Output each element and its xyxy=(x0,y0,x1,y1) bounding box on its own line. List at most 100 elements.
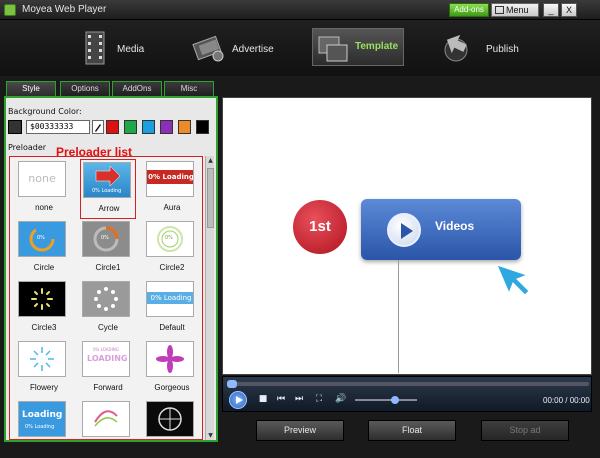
tab-misc[interactable]: Misc xyxy=(164,81,214,97)
arrow-thumb-caption: 0% Loading xyxy=(92,188,122,194)
swatch-red[interactable] xyxy=(106,120,119,134)
publish-icon xyxy=(444,34,468,62)
tab-style[interactable]: Style xyxy=(6,81,56,97)
preloader-thumb-flowery xyxy=(18,341,66,377)
preloader-label-circle1: Circle1 xyxy=(95,263,121,272)
preloader-thumb-arrow: 0% Loading xyxy=(83,162,131,198)
toolbar-advertise[interactable]: Advertise xyxy=(192,30,282,70)
preloader-item-aura[interactable]: 0% Loading Aura xyxy=(144,159,200,219)
toolbar-template[interactable]: Template xyxy=(312,28,404,66)
swatch-green[interactable] xyxy=(124,120,137,134)
scroll-down-icon[interactable]: ▼ xyxy=(206,431,215,440)
preloader-thumb-default: 0% Loading xyxy=(146,281,194,317)
volume-icon[interactable]: 🔊 xyxy=(335,393,347,405)
float-button[interactable]: Float xyxy=(368,420,456,441)
minimize-button[interactable]: _ xyxy=(543,3,559,17)
app-icon xyxy=(4,4,16,16)
toolbar-media[interactable]: Media xyxy=(82,30,162,70)
pointer-cursor-icon xyxy=(496,264,530,296)
preloader-thumb-circle3 xyxy=(18,281,66,317)
preloader-label-aura: Aura xyxy=(163,203,181,212)
toolbar-template-label: Template xyxy=(355,41,399,52)
next-icon[interactable]: ⏭ xyxy=(293,393,305,405)
circle-thumb-text: 0% xyxy=(37,235,45,241)
preloader-label-circle: Circle xyxy=(33,263,55,272)
menu-button[interactable]: Menu xyxy=(491,3,539,17)
preloader-thumb-swirl xyxy=(82,401,130,437)
close-button[interactable]: X xyxy=(561,3,577,17)
preloader-item-circle1[interactable]: 0% Circle1 xyxy=(80,219,136,279)
toolbar-advertise-label: Advertise xyxy=(232,44,274,55)
swatch-black[interactable] xyxy=(196,120,209,134)
circle1-thumb-text: 0% xyxy=(101,235,109,241)
window-title: Moyea Web Player xyxy=(22,4,107,15)
menu-icon xyxy=(495,6,504,14)
swatch-purple[interactable] xyxy=(160,120,173,134)
gorgeous-icon xyxy=(156,345,184,373)
reel-icon xyxy=(158,407,182,431)
preloader-item-default[interactable]: 0% Loading Default xyxy=(144,279,200,339)
swatch-blue[interactable] xyxy=(142,120,155,134)
stop-icon[interactable]: ■ xyxy=(257,393,269,405)
connector-line xyxy=(398,260,399,373)
preloader-item-reel[interactable] xyxy=(144,399,200,439)
loading-thumb-subtext: 0% Loading xyxy=(25,424,55,430)
preloader-thumb-circle2: 0% xyxy=(146,221,194,257)
preloader-item-none[interactable]: none none xyxy=(16,159,72,219)
preloader-item-cycle[interactable]: Cycle xyxy=(80,279,136,339)
tab-addons[interactable]: AddOns xyxy=(112,81,162,97)
current-color-swatch[interactable] xyxy=(8,120,22,134)
volume-slider[interactable] xyxy=(355,399,417,401)
background-color-label: Background Color: xyxy=(8,107,82,116)
scroll-thumb[interactable] xyxy=(207,168,214,228)
hex-color-input[interactable]: $00333333 xyxy=(26,120,90,134)
preloader-item-circle[interactable]: 0% Circle xyxy=(16,219,72,279)
preloader-item-circle3[interactable]: Circle3 xyxy=(16,279,72,339)
tab-options[interactable]: Options xyxy=(60,81,110,97)
preloader-thumb-aura: 0% Loading xyxy=(146,161,194,197)
toolbar-publish[interactable]: Publish xyxy=(440,30,530,70)
eyedropper-icon[interactable] xyxy=(92,120,104,134)
volume-thumb[interactable] xyxy=(391,396,400,404)
preloader-item-forward[interactable]: LOADING 0% LOADING Forward xyxy=(80,339,136,399)
forward-thumb-subtext: 0% LOADING xyxy=(93,347,119,352)
preloader-item-flowery[interactable]: Flowery xyxy=(16,339,72,399)
play-icon[interactable] xyxy=(229,391,247,409)
style-panel: Background Color: $00333333 Preloader Pr… xyxy=(4,96,218,442)
preloader-thumb-none: none xyxy=(18,161,66,197)
preloader-item-arrow[interactable]: 0% Loading Arrow xyxy=(80,159,136,219)
fullscreen-icon[interactable]: ⛶ xyxy=(313,393,325,405)
preloader-item-circle2[interactable]: 0% Circle2 xyxy=(144,219,200,279)
stop-ad-button[interactable]: Stop ad xyxy=(481,420,569,441)
preloader-label-default: Default xyxy=(159,323,185,332)
advertise-icon xyxy=(192,35,224,62)
seek-thumb[interactable] xyxy=(227,380,237,388)
addons-button[interactable]: Add-ons xyxy=(449,3,489,17)
preloader-label: Preloader xyxy=(8,143,47,152)
preloader-label-cycle: Cycle xyxy=(97,323,118,332)
preloader-scrollbar[interactable]: ▲ ▼ xyxy=(205,156,214,440)
scroll-up-icon[interactable]: ▲ xyxy=(206,156,215,165)
videos-button[interactable]: Videos xyxy=(361,199,521,260)
preloader-thumb-circle1: 0% xyxy=(82,221,130,257)
preloader-thumb-forward: LOADING 0% LOADING xyxy=(82,341,130,377)
template-icon xyxy=(318,36,348,62)
film-strip-icon xyxy=(85,31,105,65)
toolbar-media-label: Media xyxy=(117,44,145,55)
preloader-label-flowery: Flowery xyxy=(29,383,58,392)
preloader-label-circle3: Circle3 xyxy=(31,323,57,332)
main-toolbar: Media Advertise Template Publish xyxy=(0,20,600,76)
color-row: $00333333 xyxy=(8,120,214,134)
preloader-item-gorgeous[interactable]: Gorgeous xyxy=(144,339,200,399)
preview-button[interactable]: Preview xyxy=(256,420,344,441)
swatch-orange[interactable] xyxy=(178,120,191,134)
menu-label: Menu xyxy=(506,5,529,15)
swirl-icon xyxy=(94,410,118,427)
default-thumb-text: 0% Loading xyxy=(147,292,193,304)
circle3-icon xyxy=(31,288,53,310)
seek-bar[interactable] xyxy=(227,382,589,386)
cycle-icon xyxy=(94,287,118,311)
preloader-item-swirl[interactable] xyxy=(80,399,136,439)
preloader-item-loading[interactable]: Loading 0% Loading xyxy=(16,399,72,439)
previous-icon[interactable]: ⏮ xyxy=(275,393,287,405)
